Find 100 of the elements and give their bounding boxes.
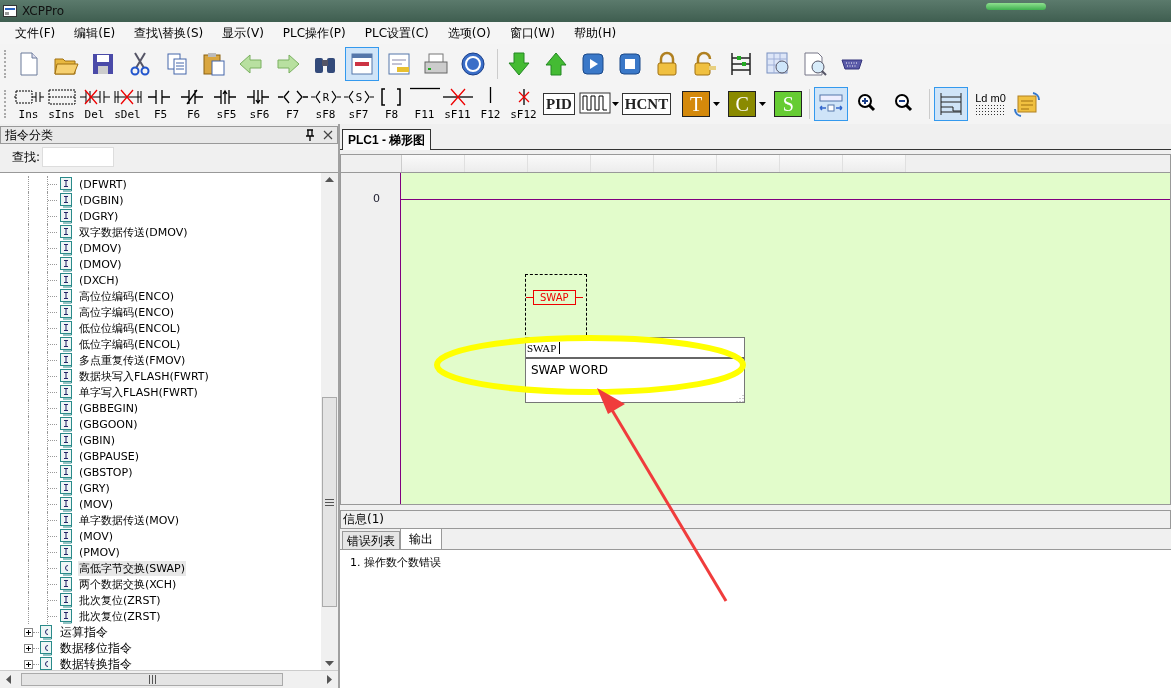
instruction-icon	[59, 576, 74, 592]
tree-item[interactable]: 双字数据传送(DMOV)	[78, 224, 189, 240]
help-icon	[459, 50, 487, 78]
instruction-button[interactable]: C	[728, 91, 757, 117]
tree-item[interactable]: (DFWRT)	[78, 176, 128, 192]
delete-block-button[interactable]: sDel	[111, 87, 144, 121]
insert-row-button[interactable]: Ins	[12, 87, 45, 121]
menu-item[interactable]: 显示(V)	[215, 22, 271, 44]
tree-item[interactable]: (GBGOON)	[78, 416, 139, 432]
tree-item[interactable]: (DMOV)	[78, 256, 123, 272]
contact-fall-button[interactable]: sF6	[243, 87, 276, 121]
vertical-scrollbar[interactable]	[321, 173, 338, 670]
tree-item[interactable]: 多点重复传送(FMOV)	[78, 352, 187, 368]
tree-item[interactable]: 批次复位(ZRST)	[78, 608, 162, 624]
vline-button[interactable]: F12	[474, 87, 507, 121]
instruction-icon	[59, 208, 74, 224]
insert-block-button[interactable]: sIns	[45, 87, 78, 121]
tree-item[interactable]: 数据移位指令	[59, 640, 133, 656]
tree-item[interactable]: (DMOV)	[78, 240, 123, 256]
pulse-button[interactable]	[578, 91, 611, 117]
tree-item[interactable]: 高低字节交换(SWAP)	[78, 560, 186, 576]
scrollbar-thumb[interactable]	[21, 673, 283, 686]
tree-item[interactable]: (PMOV)	[78, 544, 121, 560]
tree-item[interactable]: (GRY)	[78, 480, 111, 496]
menu-item[interactable]: 帮助(H)	[566, 22, 624, 44]
contact-open-button[interactable]: F5	[144, 87, 177, 121]
tree-item[interactable]: 数据块写入FLASH(FWRT)	[78, 368, 210, 384]
instruction-icon	[59, 416, 74, 432]
ladder-view-icon	[348, 50, 376, 78]
instruction-icon	[59, 608, 74, 624]
tree-item[interactable]: 低位字编码(ENCOL)	[78, 336, 182, 352]
menu-item[interactable]: PLC操作(P)	[275, 22, 353, 44]
contact-rise-button[interactable]: sF5	[210, 87, 243, 121]
tree-item[interactable]: (GBIN)	[78, 432, 117, 448]
text-caret	[558, 341, 560, 354]
ladder-view-button[interactable]	[345, 47, 379, 81]
column-header	[717, 155, 780, 172]
instruction-icon	[59, 448, 74, 464]
column-header	[780, 155, 843, 172]
app-icon	[3, 5, 17, 17]
document-tab[interactable]: PLC1 - 梯形图	[342, 129, 432, 150]
tree-item[interactable]: (GBPAUSE)	[78, 448, 141, 464]
tree-item[interactable]: (DGBIN)	[78, 192, 125, 208]
tree-item[interactable]: (MOV)	[78, 528, 115, 544]
instruction-icon	[59, 464, 74, 480]
row-number: 0	[373, 192, 380, 205]
close-icon	[323, 130, 333, 140]
instruction-icon	[59, 224, 74, 240]
hline-delete-button[interactable]: sF11	[441, 87, 474, 121]
tree-item[interactable]: 低位位编码(ENCOL)	[78, 320, 182, 336]
search-label: 查找:	[12, 148, 41, 166]
tree-item[interactable]: 单字写入FLASH(FWRT)	[78, 384, 199, 400]
menu-item[interactable]: 查找\替换(S)	[127, 22, 211, 44]
doc-search-icon	[801, 50, 829, 78]
panel-tab[interactable]: 输出	[400, 528, 442, 549]
scrollbar-thumb[interactable]	[322, 397, 337, 607]
tree-item[interactable]: (DGRY)	[78, 208, 120, 224]
tree-item[interactable]: 两个数据交换(XCH)	[78, 576, 178, 592]
suggestion-item[interactable]: SWAP WORD	[531, 363, 608, 377]
tree-item[interactable]: 批次复位(ZRST)	[78, 592, 162, 608]
brackets-button[interactable]: F8	[375, 87, 408, 121]
instruction-button[interactable]: PID	[543, 93, 575, 115]
contact-closed-button[interactable]: F6	[177, 87, 210, 121]
tree-item[interactable]: (MOV)	[78, 496, 115, 512]
coil-mark-button[interactable]: S sF7	[342, 87, 375, 121]
column-header	[528, 155, 591, 172]
menu-item[interactable]: 编辑(E)	[67, 22, 123, 44]
menu-item[interactable]: PLC设置(C)	[357, 22, 436, 44]
tree-item[interactable]: (GBBEGIN)	[78, 400, 140, 416]
menu-item[interactable]: 窗口(W)	[502, 22, 562, 44]
pin-icon	[305, 129, 315, 141]
tree-item[interactable]: 单字数据传送(MOV)	[78, 512, 181, 528]
instruction-icon	[59, 496, 74, 512]
horizontal-scrollbar[interactable]	[0, 670, 338, 688]
column-header	[843, 155, 906, 172]
tree-item[interactable]: 高位字编码(ENCO)	[78, 304, 176, 320]
tree-item[interactable]: 数据转换指令	[59, 656, 133, 670]
delete-row-button[interactable]: Del	[78, 87, 111, 121]
instruction-icon	[59, 544, 74, 560]
input-field[interactable]: SWAP	[526, 338, 744, 359]
menu-item[interactable]: 文件(F)	[8, 22, 63, 44]
panel-tab[interactable]: 错误列表	[342, 531, 400, 549]
vline-delete-button[interactable]: sF12	[507, 87, 540, 121]
coil-button[interactable]: F7	[276, 87, 309, 121]
dock-toggle-button[interactable]	[814, 87, 849, 121]
tree-item[interactable]: (GBSTOP)	[78, 464, 134, 480]
search-field[interactable]	[42, 147, 115, 167]
ladder-toggle-button[interactable]	[934, 87, 969, 121]
category-icon	[39, 624, 54, 640]
tree-item[interactable]: 高位位编码(ENCO)	[78, 288, 176, 304]
instruction-button[interactable]: HCNT	[621, 93, 672, 115]
run-icon	[579, 50, 607, 78]
coil-mark-button[interactable]: R sF8	[309, 87, 342, 121]
tree-item[interactable]: 运算指令	[59, 624, 109, 640]
instruction-icon	[59, 288, 74, 304]
menu-item[interactable]: 选项(O)	[440, 22, 498, 44]
column-header	[654, 155, 717, 172]
hline-button[interactable]: F11	[408, 87, 441, 121]
instruction-icon	[59, 256, 74, 272]
tree-item[interactable]: (DXCH)	[78, 272, 120, 288]
